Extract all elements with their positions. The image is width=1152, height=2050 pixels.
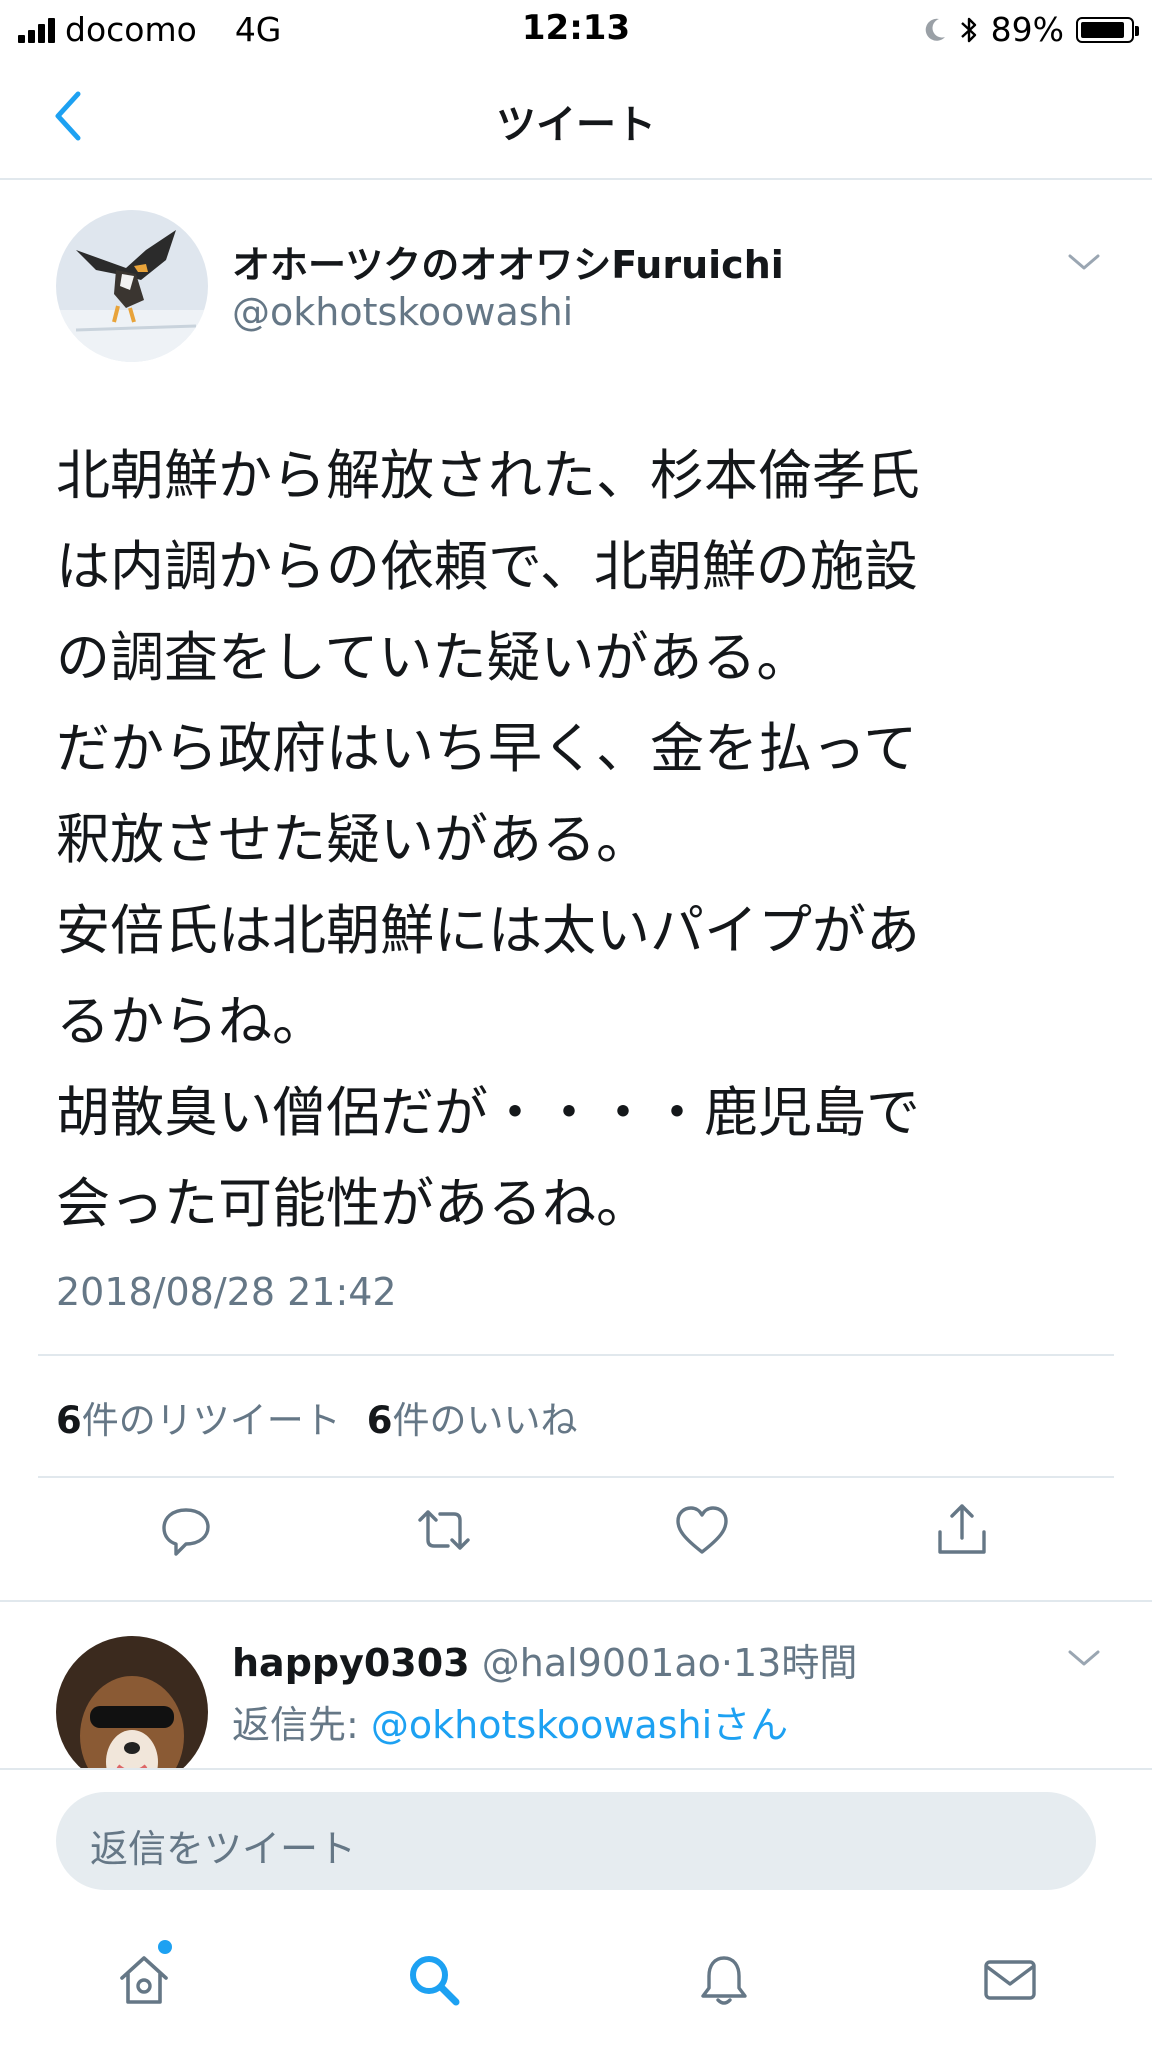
author-handle[interactable]: @okhotskoowashi [232,290,573,334]
home-icon[interactable] [114,1950,174,2010]
tweet-line: 安倍氏は北朝鮮には太いパイプがあ [56,899,920,962]
battery-percent: 89% [990,10,1064,49]
like-count: 6 [366,1399,393,1442]
tweet-line: の調査をしていた疑いがある。 [56,626,811,689]
dog-avatar-image [56,1636,208,1788]
reply-input[interactable]: 返信をツイート [56,1792,1096,1890]
reply-to-suffix: さん [712,1703,789,1747]
eagle-avatar-image [56,210,208,362]
like-icon[interactable] [672,1500,732,1560]
reply-separator: · [720,1641,733,1685]
chevron-down-icon[interactable] [1066,250,1102,274]
retweet-stat[interactable]: 6件のリツイート [56,1390,341,1444]
tweet-line: は内調からの依頼で、北朝鮮の施設 [56,535,918,598]
tweet-text: 北朝鮮から解放された、杉本倫孝氏 は内調からの依頼で、北朝鮮の施設 の調査をして… [56,430,1096,1249]
like-label: 件のいいね [392,1399,578,1442]
divider [0,1600,1152,1602]
notifications-icon[interactable] [694,1950,754,2010]
retweet-label: 件のリツイート [81,1399,341,1442]
page-title: ツイート [496,102,656,148]
reply-avatar[interactable] [56,1636,208,1788]
tweet-line: だから政府はいち早く、金を払って [56,717,918,780]
divider [38,1476,1114,1478]
battery-icon [1076,16,1139,43]
search-icon[interactable] [404,1950,464,2010]
reply-header: happy0303 @hal9001ao·13時間 [232,1632,857,1687]
moon-icon [925,18,945,41]
tweet-line: 会った可能性があるね。 [56,1172,650,1235]
chevron-down-icon[interactable] [1066,1646,1102,1670]
status-bar: docomo 4G 12:13 89% [0,0,1152,58]
tweet-line: るからね。 [56,990,326,1053]
retweet-icon[interactable] [414,1500,474,1560]
reply-icon[interactable] [156,1500,216,1560]
tweet-actions [0,1500,1152,1580]
divider [38,1354,1114,1356]
reply-display-name[interactable]: happy0303 [232,1641,470,1685]
nav-bar: ツイート [0,58,1152,180]
messages-icon[interactable] [980,1950,1040,2010]
reply-to-line: 返信先: @okhotskoowashiさん [232,1694,788,1749]
tweet-timestamp: 2018/08/28 21:42 [56,1270,397,1314]
tweet-line: 胡散臭い僧侶だが・・・・鹿児島で [56,1081,920,1144]
tweet-line: 釈放させた疑いがある。 [56,808,650,871]
reply-to-handle[interactable]: @okhotskoowashi [371,1703,712,1747]
reply-time: 13時間 [733,1641,858,1685]
reply-to-label: 返信先: [232,1703,371,1747]
share-icon[interactable] [932,1500,992,1560]
status-right: 89% [923,10,1139,49]
retweet-count: 6 [56,1399,82,1442]
battery-fill [1081,21,1124,38]
author-avatar[interactable] [56,210,208,362]
bluetooth-icon [960,17,976,42]
like-stat[interactable]: 6件のいいね [367,1390,578,1444]
tweet-line: 北朝鮮から解放された、杉本倫孝氏 [56,444,920,507]
author-display-name[interactable]: オホーツクのオオワシFuruichi [232,234,784,289]
reply-input-placeholder: 返信をツイート [90,1827,357,1871]
notification-dot [158,1940,172,1954]
reply-handle[interactable]: @hal9001ao [482,1641,721,1685]
tweet-stats: 6件のリツイート 6件のいいね [56,1390,578,1444]
